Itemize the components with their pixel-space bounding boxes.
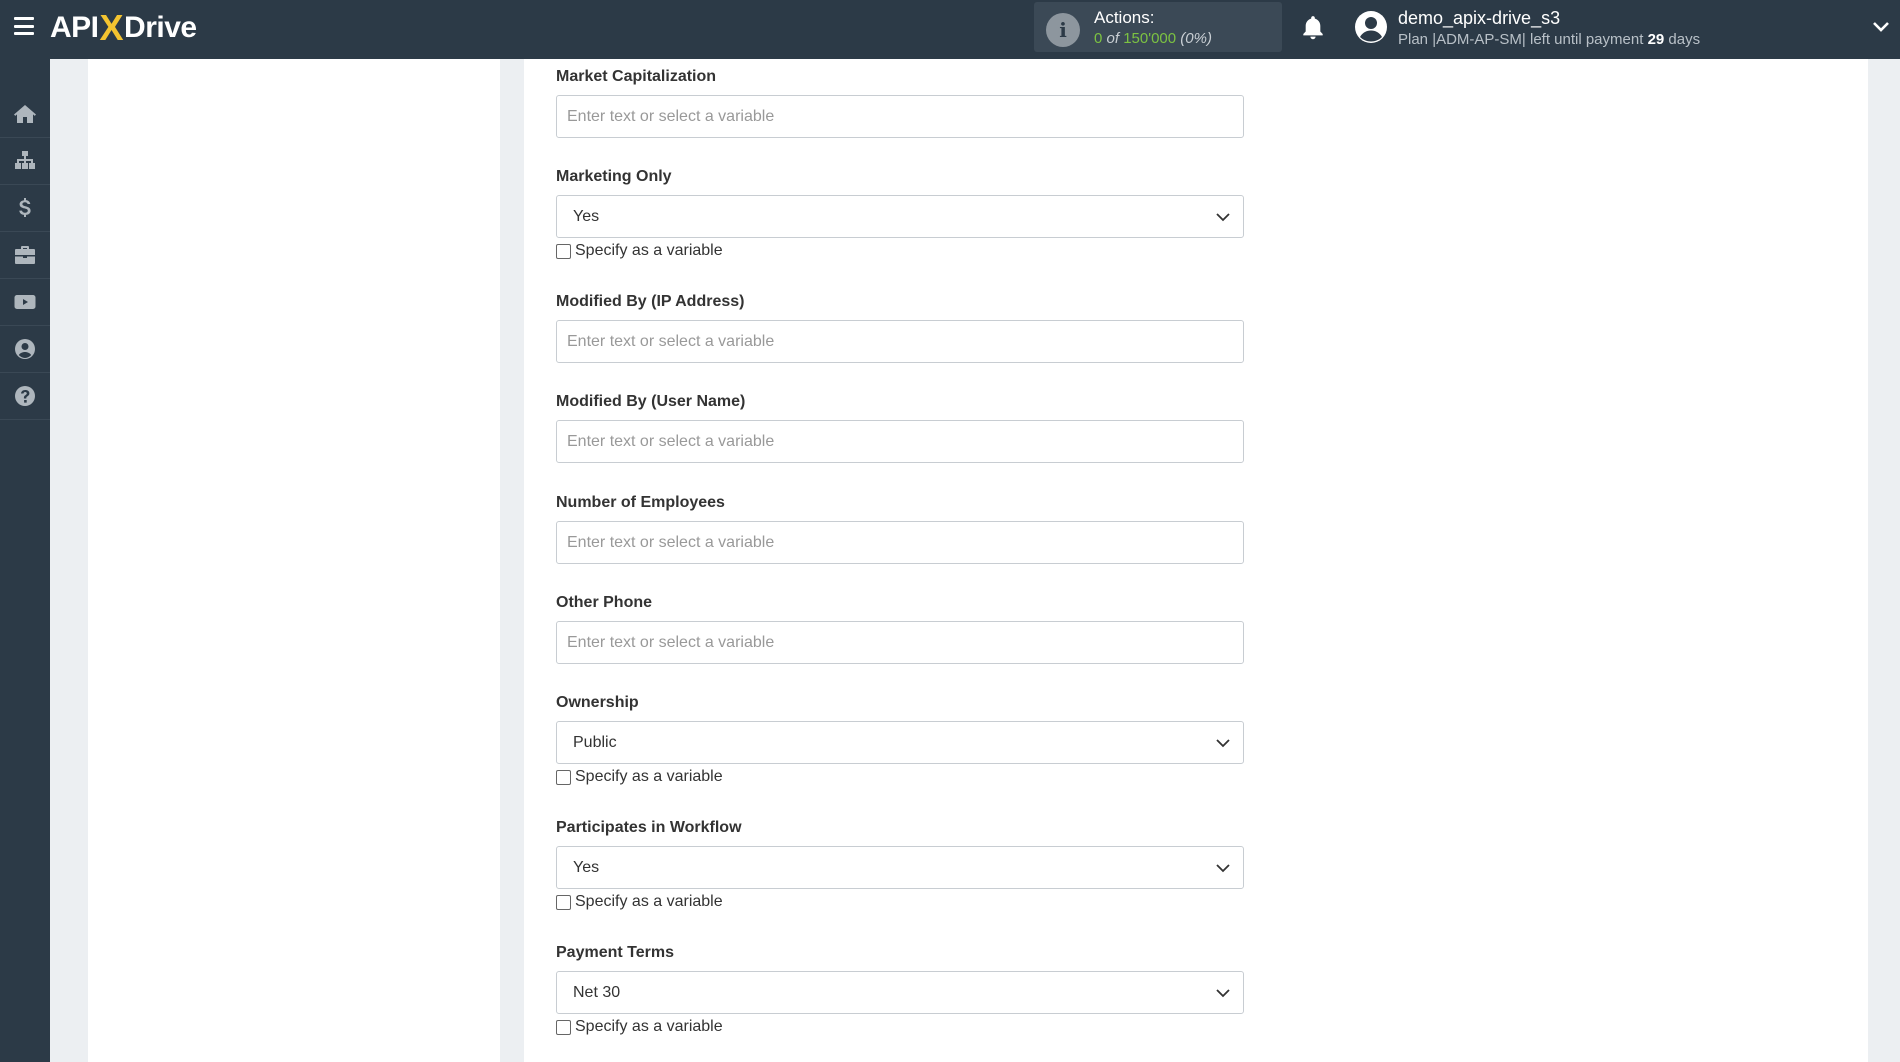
field-label-modified-by-ip: Modified By (IP Address): [556, 293, 745, 310]
top-bar: API X Drive i Actions: 0 of 150'000 (0%) d…: [0, 0, 1900, 59]
participates-in-workflow-specify-variable[interactable]: Specify as a variable: [556, 892, 723, 912]
logo-x: X: [99, 7, 124, 48]
actions-counter: i Actions: 0 of 150'000 (0%): [1034, 2, 1282, 52]
menu-burger-icon[interactable]: [14, 17, 34, 35]
field-label-ownership: Ownership: [556, 694, 639, 711]
participates-in-workflow-select[interactable]: Yes: [556, 846, 1244, 889]
ownership-select[interactable]: Public: [556, 721, 1244, 764]
home-icon: [14, 105, 36, 123]
sidebar-item-home[interactable]: [0, 91, 50, 138]
checkbox-label: Specify as a variable: [575, 1018, 723, 1035]
sidebar-item-help[interactable]: [0, 373, 50, 420]
participates-in-workflow-value: Yes: [573, 859, 600, 876]
market-capitalization-input[interactable]: [556, 95, 1244, 138]
ownership-value: Public: [573, 734, 617, 751]
ownership-specify-variable[interactable]: Specify as a variable: [556, 767, 723, 787]
number-of-employees-input[interactable]: [556, 521, 1244, 564]
chevron-down-icon: [1216, 213, 1230, 222]
field-label-participates-in-workflow: Participates in Workflow: [556, 819, 742, 836]
left-panel: [88, 59, 500, 1062]
marketing-only-specify-variable[interactable]: Specify as a variable: [556, 241, 723, 261]
payment-terms-specify-variable[interactable]: Specify as a variable: [556, 1017, 723, 1037]
actions-value: 0 of 150'000 (0%): [1094, 30, 1212, 47]
plan-info: Plan |ADM-AP-SM| left until payment 29 d…: [1398, 31, 1700, 48]
youtube-icon: [14, 295, 36, 309]
plan-days: 29: [1647, 31, 1665, 48]
actions-of: of: [1106, 30, 1120, 47]
plan-suffix: days: [1668, 31, 1701, 48]
sitemap-icon: [15, 151, 35, 169]
field-label-marketing-only: Marketing Only: [556, 168, 672, 185]
dollar-icon: [19, 198, 31, 217]
actions-percent: (0%): [1180, 30, 1212, 47]
help-icon: [15, 386, 35, 406]
field-label-market-capitalization: Market Capitalization: [556, 68, 717, 85]
actions-label: Actions:: [1094, 8, 1155, 27]
checkbox[interactable]: [556, 1019, 571, 1035]
checkbox[interactable]: [556, 894, 571, 910]
sidebar-item-billing[interactable]: [0, 185, 50, 232]
notification-bell-icon[interactable]: [1300, 14, 1326, 42]
sidebar-item-tools[interactable]: [0, 232, 50, 279]
chevron-down-icon[interactable]: [1872, 20, 1890, 34]
left-sidebar: [0, 59, 50, 1062]
apix-drive-logo[interactable]: API X Drive: [50, 7, 197, 48]
actions-total: 150'000: [1123, 30, 1177, 47]
sidebar-item-connections[interactable]: [0, 138, 50, 185]
chevron-down-icon: [1216, 864, 1230, 873]
logo-text-left: API: [50, 11, 99, 44]
user-icon: [15, 339, 35, 359]
checkbox[interactable]: [556, 769, 571, 785]
field-label-modified-by-user: Modified By (User Name): [556, 393, 746, 410]
checkbox-label: Specify as a variable: [575, 768, 723, 785]
field-label-payment-terms: Payment Terms: [556, 944, 674, 961]
sidebar-item-video[interactable]: [0, 279, 50, 326]
info-icon: i: [1046, 13, 1080, 47]
payment-terms-value: Net 30: [573, 984, 621, 1001]
checkbox-label: Specify as a variable: [575, 242, 723, 259]
chevron-down-icon: [1216, 989, 1230, 998]
modified-by-user-input[interactable]: [556, 420, 1244, 463]
field-label-number-of-employees: Number of Employees: [556, 494, 725, 511]
chevron-down-icon: [1216, 739, 1230, 748]
checkbox[interactable]: [556, 243, 571, 259]
checkbox-label: Specify as a variable: [575, 893, 723, 910]
field-label-other-phone: Other Phone: [556, 594, 653, 611]
logo-text-right: Drive: [124, 11, 197, 44]
sidebar-item-account[interactable]: [0, 326, 50, 373]
briefcase-icon: [15, 246, 35, 264]
user-name[interactable]: demo_apix-drive_s3: [1398, 8, 1560, 29]
plan-prefix: Plan |ADM-AP-SM| left until payment: [1398, 31, 1644, 48]
other-phone-input[interactable]: [556, 621, 1244, 664]
marketing-only-value: Yes: [573, 208, 600, 225]
actions-used: 0: [1094, 30, 1103, 47]
avatar[interactable]: [1354, 10, 1388, 44]
payment-terms-select[interactable]: Net 30: [556, 971, 1244, 1014]
modified-by-ip-input[interactable]: [556, 320, 1244, 363]
marketing-only-select[interactable]: Yes: [556, 195, 1244, 238]
